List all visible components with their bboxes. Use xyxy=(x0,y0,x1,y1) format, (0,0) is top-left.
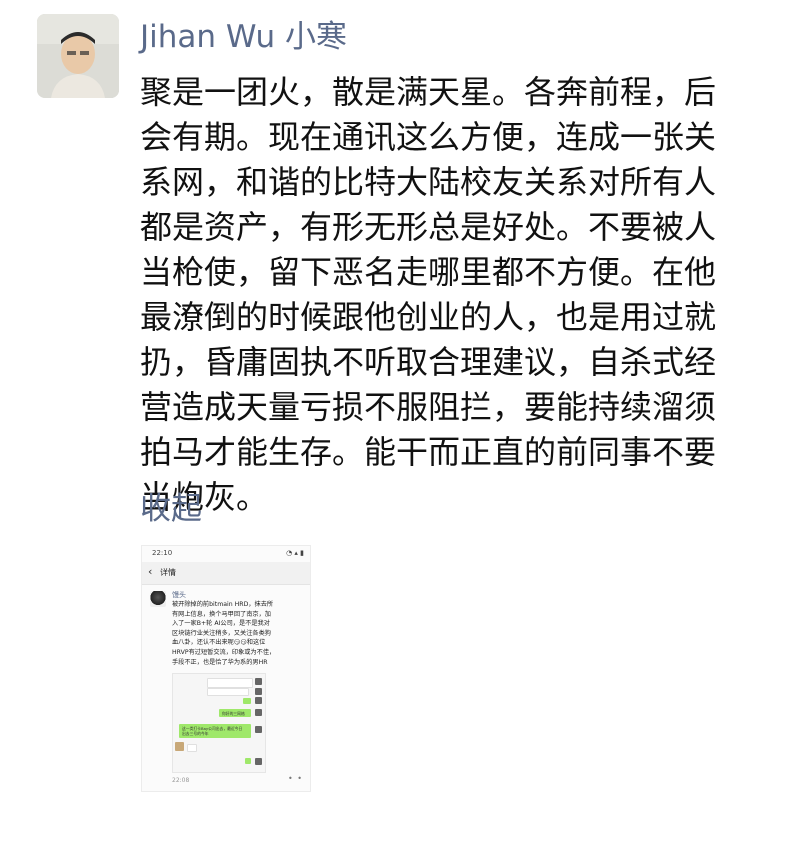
chat-bubble xyxy=(245,758,251,764)
attachment-header: ‹ 详情 xyxy=(142,562,310,585)
attachment-author: 馒头 xyxy=(172,591,186,599)
author-avatar[interactable] xyxy=(37,14,119,98)
chat-avatar xyxy=(255,709,262,716)
attachment-title: 详情 xyxy=(160,568,176,577)
collapse-link[interactable]: 收起 xyxy=(140,488,202,530)
chat-avatar xyxy=(255,688,262,695)
chat-avatar xyxy=(255,726,262,733)
post-body-text: 聚是一团火，散是满天星。各奔前程，后 会有期。现在通讯这么方便，连成一张关 系网… xyxy=(140,73,717,516)
chat-bubble xyxy=(187,744,197,752)
chat-bubble-green: 这一类打卡Bay公司出去，最近今日 出去三号的今年 xyxy=(179,724,251,738)
chat-avatar xyxy=(255,678,262,685)
chat-screenshot-image: 你好的三网格 这一类打卡Bay公司出去，最近今日 出去三号的今年 xyxy=(172,673,266,773)
attachment-status-time: 22:10 xyxy=(152,549,173,557)
attached-screenshot[interactable]: 22:10 ◔ ▴ ▮ ‹ 详情 馒头 被开除掉的前bitmain HRD，抹去… xyxy=(141,545,311,792)
chat-bubble xyxy=(207,688,249,696)
more-icon[interactable]: • • xyxy=(288,774,303,783)
chevron-left-icon: ‹ xyxy=(148,565,153,578)
chat-bubble-green: 你好的三网格 xyxy=(219,709,251,717)
chat-bubble xyxy=(207,678,253,688)
chat-avatar xyxy=(175,742,184,751)
attachment-avatar xyxy=(150,591,166,607)
chat-avatar xyxy=(255,697,262,704)
chat-bubble-text: 这一类打卡Bay公司出去，最近今日 出去三号的今年 xyxy=(182,726,243,736)
chat-avatar xyxy=(255,758,262,765)
attachment-text: 被开除掉的前bitmain HRD，抹去所 有网上信息，换个马甲回了南京，加 入… xyxy=(172,601,276,666)
status-icons: ◔ ▴ ▮ xyxy=(286,549,304,557)
chat-bubble-text: 你好的三网格 xyxy=(222,710,245,716)
author-name[interactable]: Jihan Wu 小寒 xyxy=(140,16,347,58)
chat-bubble xyxy=(243,698,251,704)
avatar-portrait xyxy=(37,14,119,98)
attachment-footer-time: 22:08 xyxy=(172,777,190,784)
